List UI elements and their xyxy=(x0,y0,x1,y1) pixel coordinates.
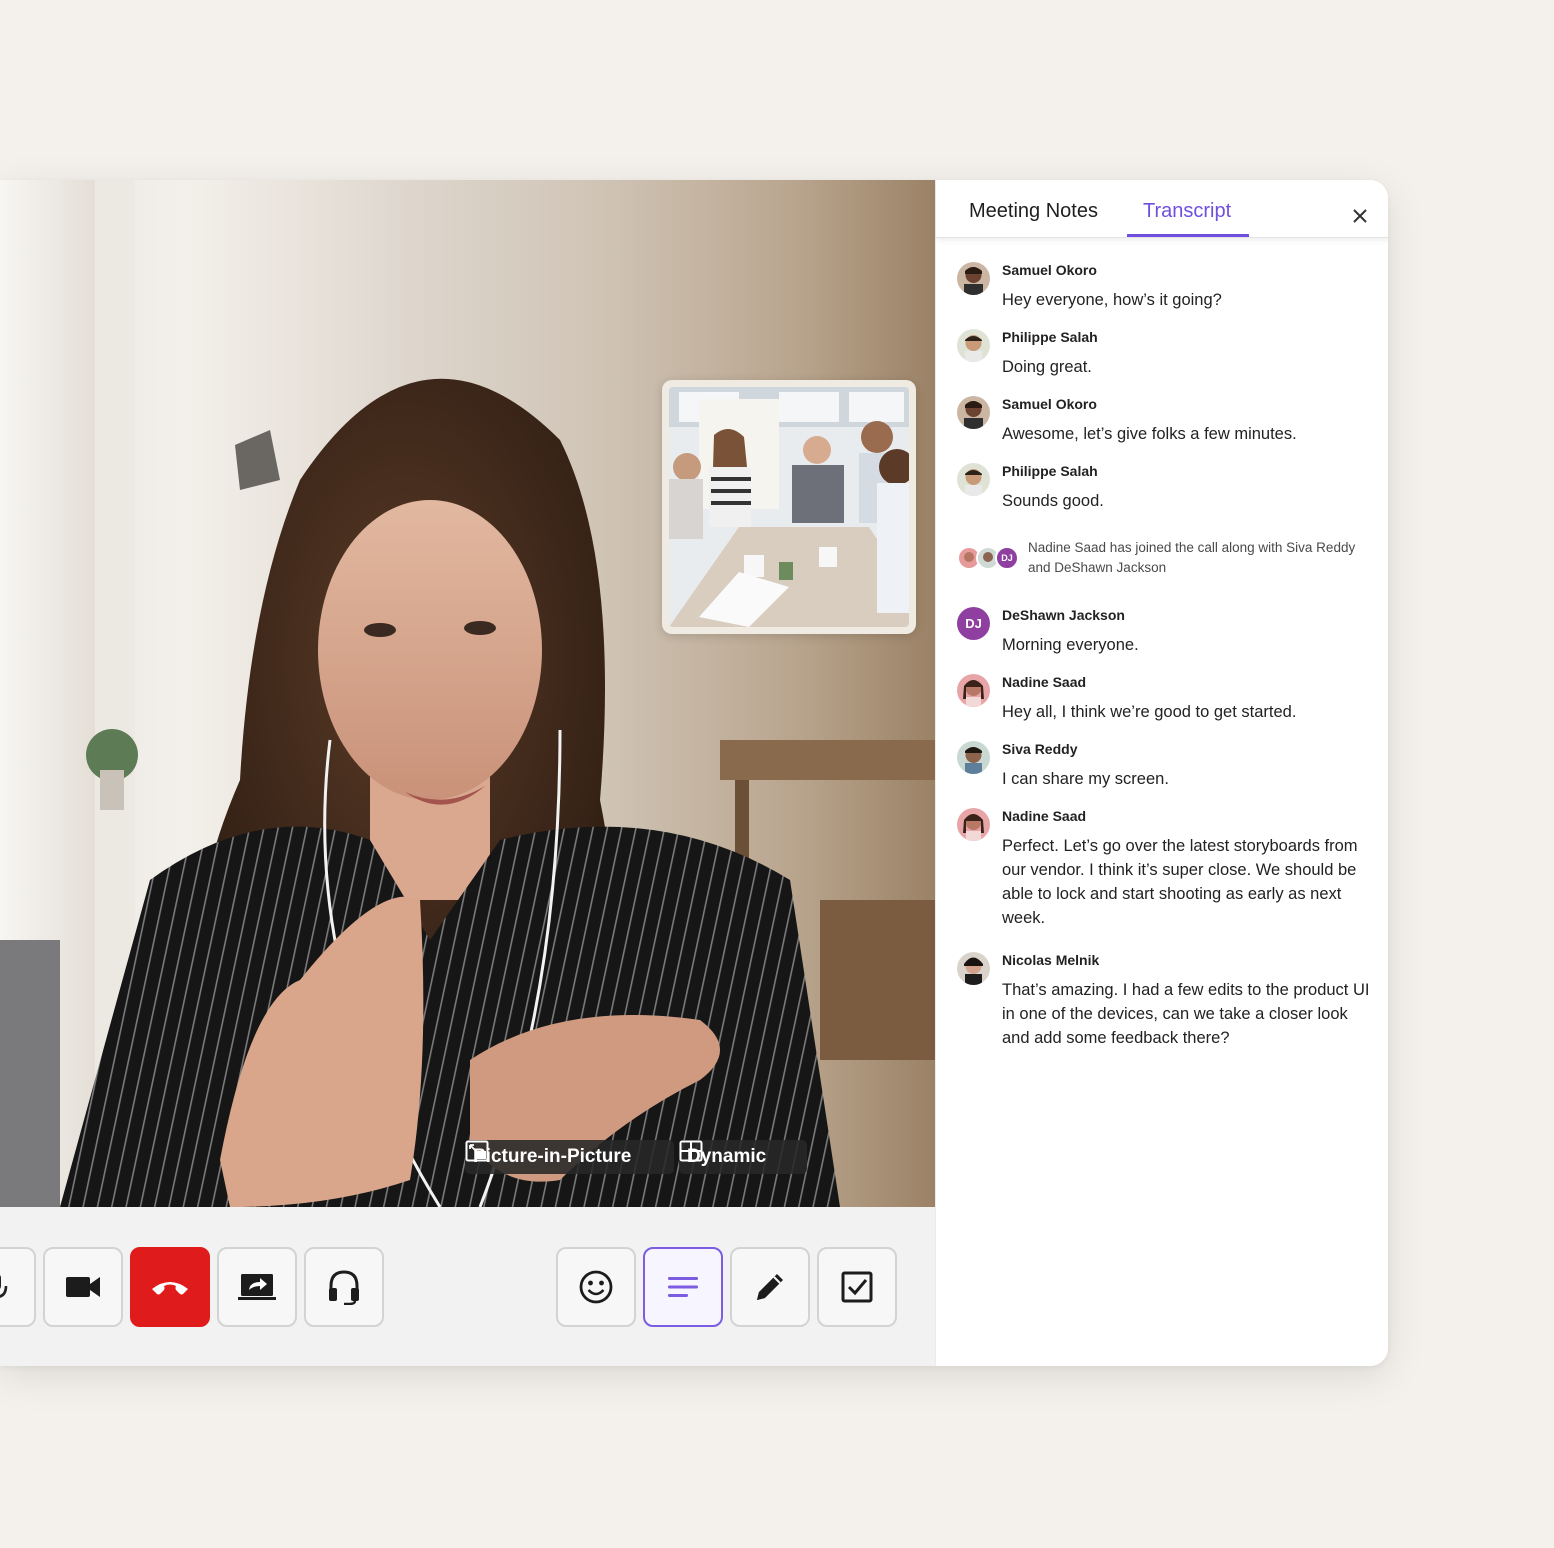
annotate-button[interactable] xyxy=(730,1247,810,1327)
emoji-icon xyxy=(579,1270,613,1304)
microphone-icon xyxy=(0,1275,8,1298)
tab-transcript[interactable]: Transcript xyxy=(1143,200,1231,223)
picture-in-picture-feed[interactable] xyxy=(662,380,916,634)
speaker-name: Samuel Okoro xyxy=(1002,262,1097,278)
join-notification: DJ Nadine Saad has joined the call along… xyxy=(957,538,1377,582)
reactions-button[interactable] xyxy=(556,1247,636,1327)
mute-button[interactable] xyxy=(0,1247,36,1327)
message-text: Perfect. Let’s go over the latest storyb… xyxy=(1002,837,1358,927)
side-panel: Meeting Notes Transcript Samuel Okoro He… xyxy=(935,180,1388,1366)
speaker-name: Nicolas Melnik xyxy=(1002,952,1100,968)
message-text: I can share my screen. xyxy=(1002,770,1169,788)
camera-button[interactable] xyxy=(43,1247,123,1327)
panel-tabs: Meeting Notes Transcript xyxy=(936,180,1388,238)
share-screen-icon xyxy=(238,1274,276,1300)
audio-settings-button[interactable] xyxy=(304,1247,384,1327)
avatar xyxy=(957,808,990,841)
message-text: That’s amazing. I had a few edits to the… xyxy=(1002,981,1370,1047)
speaker-name: Philippe Salah xyxy=(1002,463,1098,479)
speaker-name: Samuel Okoro xyxy=(1002,396,1097,412)
message-text: Hey everyone, how’s it going? xyxy=(1002,291,1222,309)
tasks-button[interactable] xyxy=(817,1247,897,1327)
message-text: Doing great. xyxy=(1002,358,1092,376)
speaker-name: Nadine Saad xyxy=(1002,674,1087,690)
picture-in-picture-icon xyxy=(465,1140,489,1162)
transcript-icon xyxy=(668,1277,698,1297)
speaker-video-image xyxy=(0,180,935,1207)
message-text: Hey all, I think we’re good to get start… xyxy=(1002,703,1297,721)
pencil-icon xyxy=(757,1274,783,1300)
system-message-text: Nadine Saad has joined the call along wi… xyxy=(1028,540,1356,575)
transcript-button[interactable] xyxy=(643,1247,723,1327)
avatar: DJ xyxy=(995,546,1019,570)
avatar xyxy=(957,262,990,295)
end-call-icon xyxy=(152,1282,188,1295)
avatar xyxy=(957,952,990,985)
video-call-window: Picture-in-Picture Dynamic Meeting Notes… xyxy=(0,180,1388,1366)
speaker-name: Nadine Saad xyxy=(1002,808,1087,824)
avatar xyxy=(957,741,990,774)
message-text: Sounds good. xyxy=(1002,492,1104,510)
grid-layout-icon xyxy=(679,1140,703,1162)
close-icon xyxy=(1353,209,1367,223)
speaker-name: Siva Reddy xyxy=(1002,741,1078,757)
tab-meeting-notes[interactable]: Meeting Notes xyxy=(969,200,1098,223)
headset-icon xyxy=(329,1270,359,1305)
dynamic-layout-button[interactable]: Dynamic xyxy=(679,1140,807,1174)
message-text: Morning everyone. xyxy=(1002,636,1139,654)
speaker-name: Philippe Salah xyxy=(1002,329,1098,345)
group-meeting-image xyxy=(669,387,909,627)
main-video-feed: Picture-in-Picture Dynamic xyxy=(0,180,935,1207)
close-panel-button[interactable] xyxy=(1342,198,1378,234)
avatar: DJ xyxy=(957,607,990,640)
picture-in-picture-button[interactable]: Picture-in-Picture xyxy=(465,1140,674,1174)
call-controls-bar xyxy=(0,1207,935,1366)
avatar xyxy=(957,396,990,429)
avatar xyxy=(957,463,990,496)
avatar xyxy=(957,329,990,362)
avatar xyxy=(957,674,990,707)
end-call-button[interactable] xyxy=(130,1247,210,1327)
speaker-name: DeShawn Jackson xyxy=(1002,607,1125,623)
picture-in-picture-label: Picture-in-Picture xyxy=(473,1146,632,1167)
message-text: Awesome, let’s give folks a few minutes. xyxy=(1002,425,1297,443)
checkbox-icon xyxy=(841,1271,873,1303)
video-camera-icon xyxy=(66,1277,100,1297)
share-screen-button[interactable] xyxy=(217,1247,297,1327)
active-tab-indicator xyxy=(1127,234,1249,237)
